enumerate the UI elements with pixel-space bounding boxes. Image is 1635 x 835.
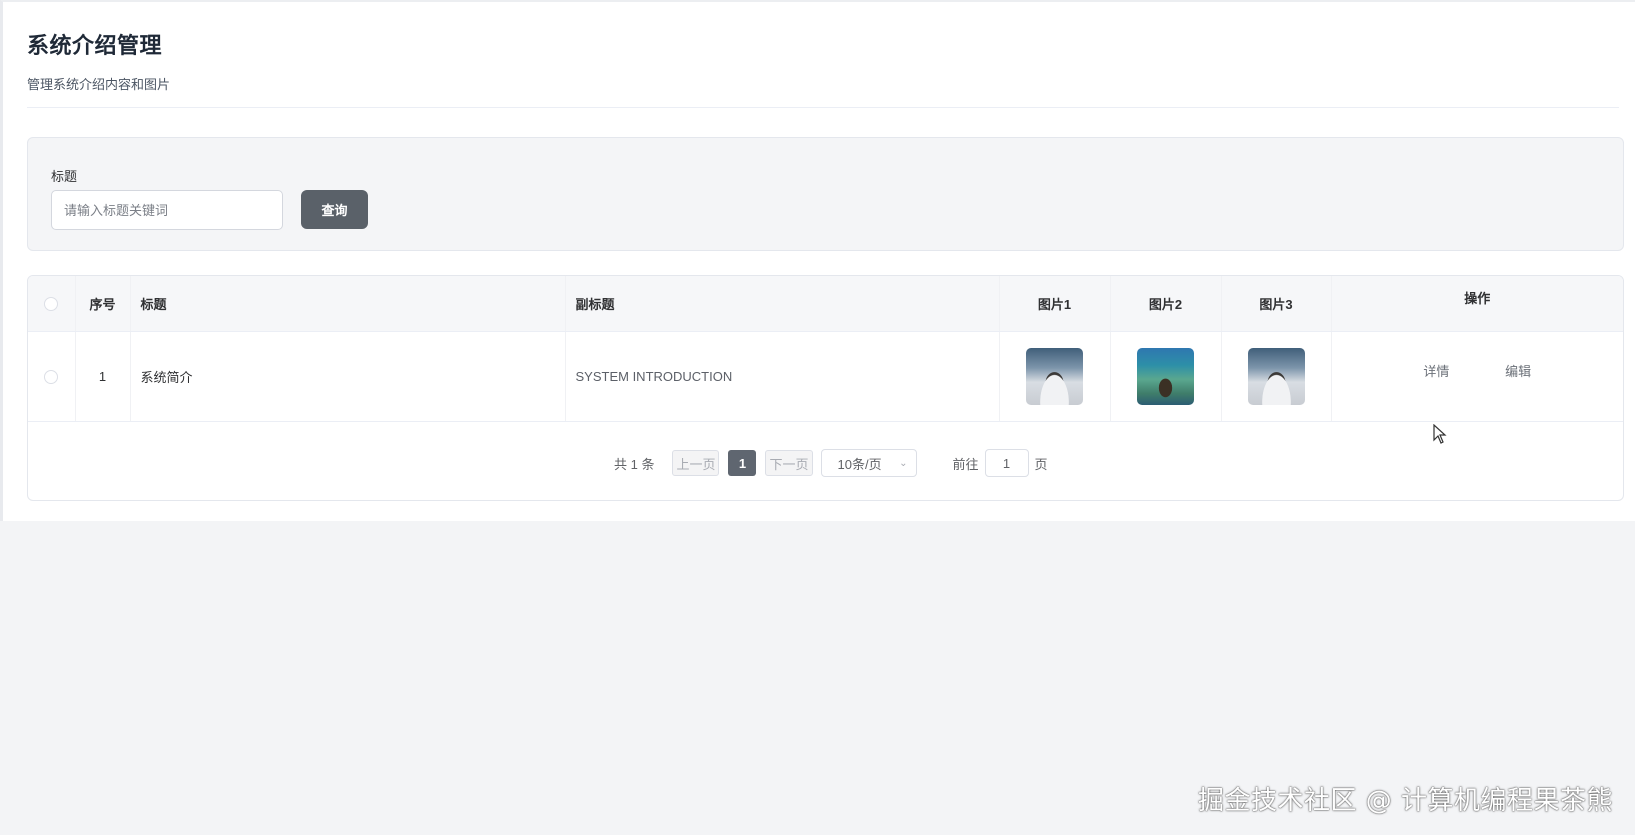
watermark: 掘金技术社区 @ 计算机编程果茶熊 bbox=[1197, 786, 1613, 816]
current-page-button[interactable]: 1 bbox=[728, 450, 757, 476]
row-title: 系统简介 bbox=[130, 331, 566, 422]
column-header-image3: 图片3 bbox=[1221, 276, 1332, 332]
row-checkbox[interactable] bbox=[44, 369, 59, 384]
column-header-image2: 图片2 bbox=[1110, 276, 1222, 332]
select-all-checkbox[interactable] bbox=[44, 297, 59, 312]
column-header-index: 序号 bbox=[75, 276, 131, 332]
prev-page-button[interactable]: 上一页 bbox=[672, 450, 720, 476]
chevron-down-icon: ⌄ bbox=[899, 457, 908, 469]
query-button[interactable]: 查询 bbox=[301, 190, 368, 229]
title-search-input[interactable] bbox=[51, 190, 283, 230]
column-header-title: 标题 bbox=[130, 276, 566, 332]
table-header-row: 序号 标题 副标题 图片1 图片2 图片3 操作 bbox=[28, 276, 1623, 332]
column-header-subtitle: 副标题 bbox=[565, 276, 1000, 332]
edit-button[interactable]: 编辑 bbox=[1505, 361, 1531, 380]
row-image1-cell bbox=[999, 331, 1111, 422]
image3-thumbnail[interactable] bbox=[1247, 347, 1305, 405]
column-header-image1: 图片1 bbox=[999, 276, 1111, 332]
next-page-button[interactable]: 下一页 bbox=[765, 450, 813, 476]
row-index: 1 bbox=[75, 331, 131, 422]
row-image3-cell bbox=[1221, 331, 1332, 422]
page-container: 系统介绍管理 管理系统介绍内容和图片 标题 查询 序号 标题 副标题 图片1 bbox=[0, 0, 1635, 521]
column-header-actions: 操作 bbox=[1331, 276, 1623, 332]
page-subtitle: 管理系统介绍内容和图片 bbox=[27, 77, 171, 92]
system-intro-table: 序号 标题 副标题 图片1 图片2 图片3 操作 1 系统简介 SYSTEM I… bbox=[28, 276, 1623, 422]
page-title: 系统介绍管理 bbox=[27, 33, 163, 58]
page-header: 系统介绍管理 管理系统介绍内容和图片 bbox=[27, 28, 1619, 108]
image1-thumbnail[interactable] bbox=[1026, 347, 1083, 405]
goto-page-input[interactable] bbox=[984, 449, 1029, 477]
mouse-pointer-icon bbox=[1433, 424, 1447, 444]
goto-label: 前往 bbox=[952, 456, 979, 472]
search-label: 标题 bbox=[51, 169, 78, 184]
page-size-value: 10条/页 bbox=[837, 456, 882, 472]
detail-button[interactable]: 详情 bbox=[1423, 361, 1449, 380]
image2-thumbnail[interactable] bbox=[1137, 347, 1194, 405]
pagination-total: 共 1 条 bbox=[614, 456, 655, 472]
row-select-cell bbox=[28, 331, 76, 422]
search-panel: 标题 查询 bbox=[27, 137, 1624, 251]
row-actions-cell: 详情 编辑 bbox=[1331, 331, 1623, 422]
goto-suffix: 页 bbox=[1034, 456, 1048, 472]
table-row: 1 系统简介 SYSTEM INTRODUCTION 详情 编辑 bbox=[28, 331, 1623, 422]
row-subtitle: SYSTEM INTRODUCTION bbox=[565, 331, 1000, 422]
page-size-select[interactable]: 10条/页 ⌄ bbox=[820, 449, 917, 477]
select-all-cell bbox=[28, 276, 76, 332]
pagination: 共 1 条 上一页 1 下一页 10条/页 ⌄ 前往 页 bbox=[614, 449, 1048, 477]
row-image2-cell bbox=[1110, 331, 1222, 422]
